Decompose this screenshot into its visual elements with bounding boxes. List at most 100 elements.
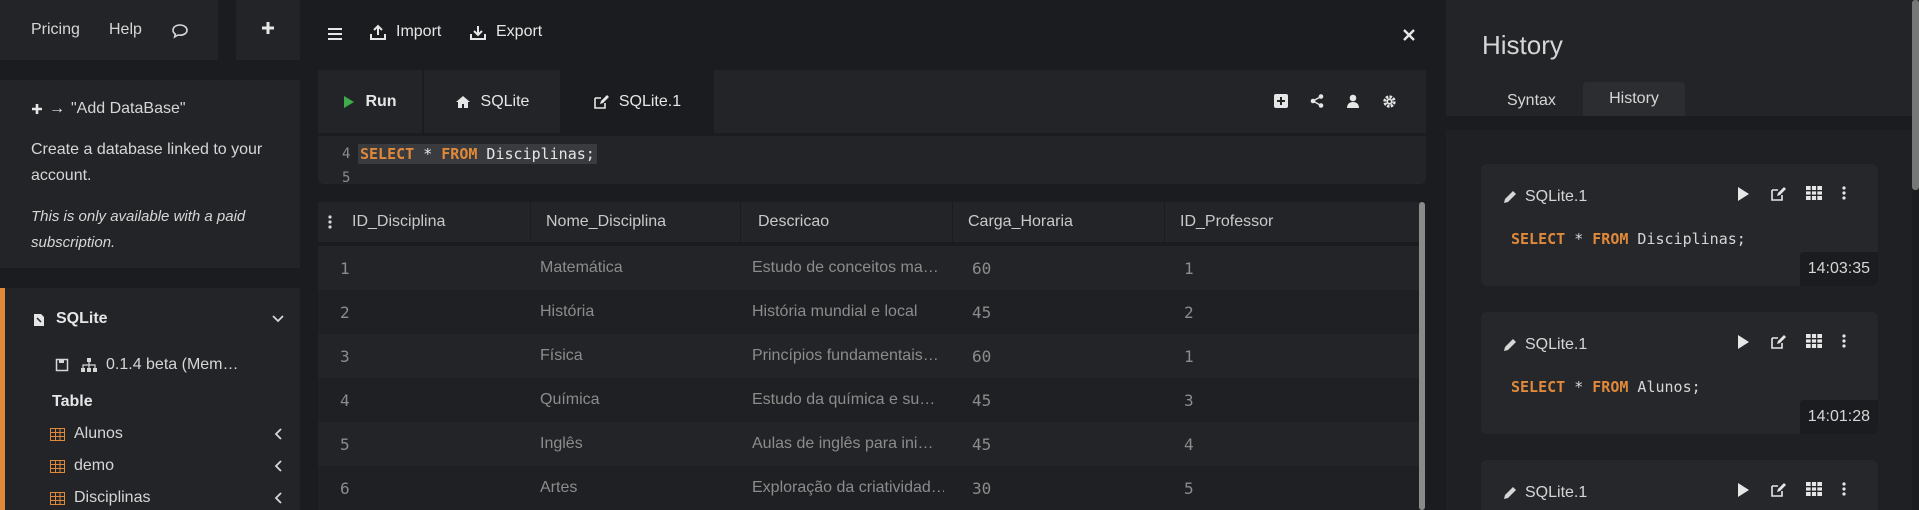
tab-history-label: History bbox=[1609, 90, 1659, 107]
plus-icon[interactable] bbox=[258, 18, 278, 38]
sql-text: * bbox=[414, 145, 442, 163]
tree-table-demo[interactable]: demo bbox=[50, 454, 114, 478]
tree-table-disciplinas[interactable]: Disciplinas bbox=[50, 486, 150, 510]
edit-icon[interactable] bbox=[1770, 482, 1786, 498]
column-menu-icon[interactable] bbox=[326, 214, 334, 230]
table-row[interactable]: 1 Matemática Estudo de conceitos ma… 60 … bbox=[318, 246, 1420, 290]
close-icon[interactable] bbox=[1401, 27, 1417, 43]
hierarchy-icon[interactable] bbox=[80, 357, 98, 373]
column-header-nome-disciplina[interactable]: Nome_Disciplina bbox=[546, 202, 666, 242]
column-header-descricao[interactable]: Descricao bbox=[758, 202, 829, 242]
export-label: Export bbox=[496, 23, 543, 40]
cell-carga-horaria: 30 bbox=[972, 478, 992, 498]
column-header-carga-horaria[interactable]: Carga_Horaria bbox=[968, 202, 1073, 242]
column-header-id-disciplina[interactable]: ID_Disciplina bbox=[352, 202, 445, 242]
edit-icon[interactable] bbox=[1770, 186, 1786, 202]
page-scrollbar[interactable] bbox=[1912, 0, 1919, 190]
pricing-link[interactable]: Pricing bbox=[31, 21, 80, 39]
cell-carga-horaria: 45 bbox=[972, 434, 992, 454]
export-button[interactable]: Export bbox=[470, 23, 542, 41]
column-header-id-professor[interactable]: ID_Professor bbox=[1180, 202, 1273, 242]
cell-nome-disciplina: Inglês bbox=[540, 435, 583, 452]
chevron-left-icon[interactable] bbox=[272, 459, 284, 473]
cell-id-professor: 1 bbox=[1184, 346, 1194, 366]
menu-icon[interactable] bbox=[326, 25, 344, 43]
tree-accent-bar bbox=[0, 288, 5, 510]
table-row[interactable]: 4 Química Estudo da química e su… 45 3 bbox=[318, 378, 1420, 422]
table-icon bbox=[50, 427, 65, 441]
cell-id-disciplina: 5 bbox=[340, 434, 350, 454]
run-button[interactable]: Run bbox=[318, 70, 422, 133]
cell-descricao: História mundial e local bbox=[752, 303, 918, 320]
sql-text: Disciplinas; bbox=[1628, 230, 1746, 248]
subscription-note: This is only available with a paid subsc… bbox=[31, 208, 246, 251]
user-icon[interactable] bbox=[1344, 92, 1362, 110]
sql-text: Alunos; bbox=[1628, 378, 1701, 396]
import-label: Import bbox=[396, 23, 442, 40]
history-item-name: SQLite.1 bbox=[1525, 484, 1588, 501]
table-row[interactable]: 2 História História mundial e local 45 2 bbox=[318, 290, 1420, 334]
chat-icon[interactable] bbox=[170, 21, 190, 41]
import-button[interactable]: Import bbox=[370, 23, 441, 41]
chevron-left-icon[interactable] bbox=[272, 491, 284, 505]
sql-keyword: FROM bbox=[441, 145, 478, 163]
history-item[interactable]: SQLite.1 SELECT * FROM Alunos; 14:01:28 bbox=[1481, 312, 1878, 434]
tab-syntax[interactable]: Syntax bbox=[1507, 92, 1556, 110]
history-item-actions bbox=[1736, 186, 1846, 202]
tab-sqlite-label: SQLite bbox=[480, 92, 530, 110]
gear-icon[interactable] bbox=[1380, 92, 1398, 110]
play-icon[interactable] bbox=[1736, 482, 1750, 498]
edit-icon bbox=[594, 94, 609, 109]
arrow-icon: → bbox=[49, 100, 65, 117]
column-divider bbox=[530, 202, 531, 242]
history-item-time: 14:01:28 bbox=[1799, 400, 1878, 434]
tab-sqlite-1-label: SQLite.1 bbox=[618, 92, 682, 110]
pencil-icon bbox=[1504, 191, 1516, 203]
tab-sqlite[interactable]: SQLite bbox=[424, 70, 560, 133]
history-item-sql: SELECT * FROM Alunos; bbox=[1511, 378, 1701, 396]
sql-text: * bbox=[1565, 230, 1593, 248]
chevron-left-icon[interactable] bbox=[272, 427, 284, 441]
grid-icon[interactable] bbox=[1806, 186, 1822, 200]
table-icon bbox=[50, 459, 65, 473]
more-vertical-icon[interactable] bbox=[1842, 482, 1846, 496]
grid-icon[interactable] bbox=[1806, 334, 1822, 348]
help-link[interactable]: Help bbox=[109, 21, 142, 39]
sql-text: * bbox=[1565, 378, 1593, 396]
tab-sqlite-1[interactable]: SQLite.1 bbox=[562, 70, 712, 133]
share-icon[interactable] bbox=[1308, 92, 1326, 110]
tree-db-name[interactable]: SQLite bbox=[56, 310, 108, 328]
table-row[interactable]: 5 Inglês Aulas de inglês para ini… 45 4 bbox=[318, 422, 1420, 466]
save-icon[interactable] bbox=[54, 357, 70, 373]
table-icon bbox=[50, 491, 65, 505]
cell-descricao: Aulas de inglês para ini… bbox=[752, 435, 934, 452]
history-item[interactable]: SQLite.1 SELECT * FROM Disciplinas; 14:0… bbox=[1481, 164, 1878, 286]
tab-history[interactable]: History bbox=[1583, 82, 1685, 116]
more-vertical-icon[interactable] bbox=[1842, 186, 1846, 200]
column-divider bbox=[952, 202, 953, 242]
download-icon bbox=[470, 26, 486, 40]
more-vertical-icon[interactable] bbox=[1842, 334, 1846, 348]
grid-scrollbar[interactable] bbox=[1419, 202, 1425, 510]
play-icon[interactable] bbox=[1736, 186, 1750, 202]
cell-descricao: Estudo de conceitos ma… bbox=[752, 259, 939, 276]
play-icon[interactable] bbox=[1736, 334, 1750, 350]
sql-keyword: SELECT bbox=[1511, 378, 1566, 396]
line-number: 5 bbox=[342, 170, 351, 186]
add-database-title: "Add DataBase" bbox=[71, 100, 186, 117]
play-icon bbox=[344, 95, 355, 108]
chevron-down-icon[interactable] bbox=[270, 310, 286, 328]
history-item-sql: SELECT * FROM Disciplinas; bbox=[1511, 230, 1746, 248]
table-section-label: Table bbox=[52, 393, 93, 410]
add-box-icon[interactable] bbox=[1272, 92, 1290, 110]
cell-carga-horaria: 60 bbox=[972, 346, 992, 366]
edit-icon[interactable] bbox=[1770, 334, 1786, 350]
table-row[interactable]: 6 Artes Exploração da criatividad… 30 5 bbox=[318, 466, 1420, 510]
history-item-name: SQLite.1 bbox=[1525, 336, 1588, 353]
cell-nome-disciplina: Matemática bbox=[540, 259, 623, 276]
cell-descricao: Estudo da química e su… bbox=[752, 391, 936, 408]
grid-icon[interactable] bbox=[1806, 482, 1822, 496]
history-item[interactable]: SQLite.1 bbox=[1481, 460, 1878, 510]
tree-table-alunos[interactable]: Alunos bbox=[50, 422, 123, 446]
table-row[interactable]: 3 Física Princípios fundamentais… 60 1 bbox=[318, 334, 1420, 378]
